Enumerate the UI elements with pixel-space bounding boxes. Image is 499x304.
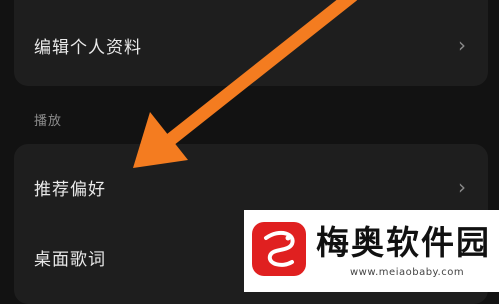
watermark: 梅奥软件园 www.meiaobaby.com [244, 210, 499, 292]
watermark-logo-icon [252, 222, 306, 276]
watermark-url: www.meiaobaby.com [350, 267, 465, 278]
watermark-title: 梅奥软件园 [316, 223, 491, 262]
